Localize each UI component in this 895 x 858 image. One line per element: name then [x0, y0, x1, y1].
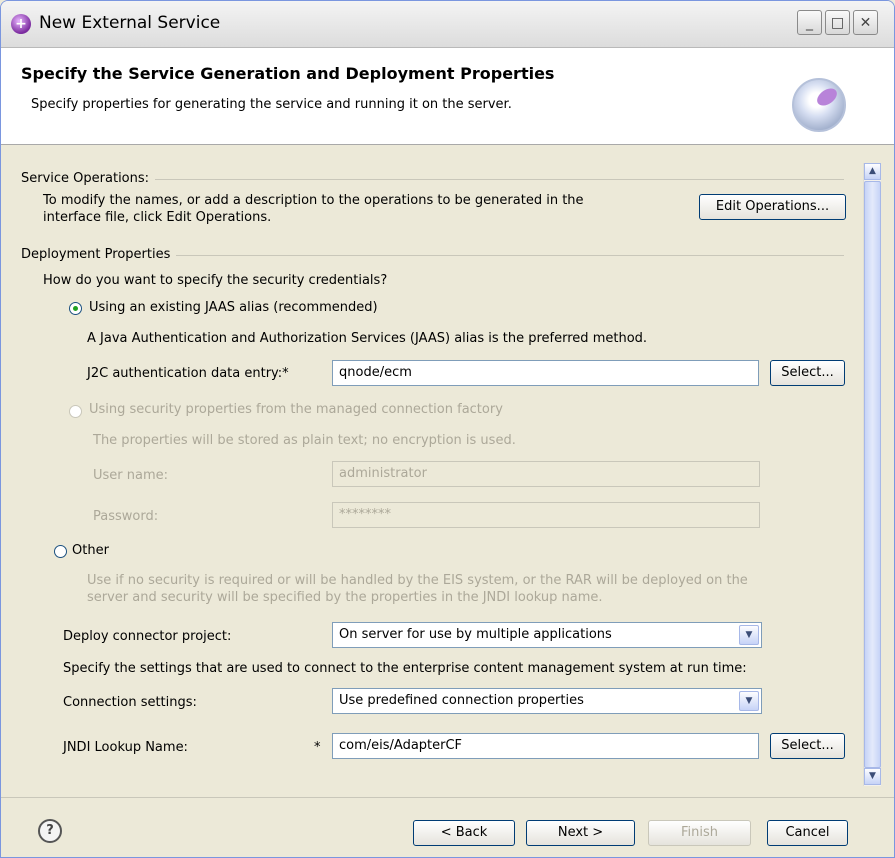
mcf-properties-label[interactable]: Using security properties from the manag…: [89, 402, 503, 417]
jaas-alias-radio[interactable]: [69, 302, 82, 315]
minimize-button[interactable]: _: [797, 10, 822, 35]
j2c-select-button[interactable]: Select...: [770, 360, 845, 386]
chevron-down-icon[interactable]: ▼: [739, 691, 759, 711]
required-marker: *: [314, 740, 321, 755]
settings-instructions: Specify the settings that are used to co…: [63, 661, 747, 676]
window-title: New External Service: [39, 13, 221, 33]
page-description: Specify properties for generating the se…: [31, 97, 512, 112]
wizard-banner-icon: [792, 78, 846, 132]
password-input[interactable]: ********: [332, 502, 760, 528]
close-button[interactable]: ✕: [853, 10, 878, 35]
help-icon[interactable]: ?: [38, 819, 62, 843]
edit-operations-button[interactable]: Edit Operations...: [699, 194, 846, 220]
page-title: Specify the Service Generation and Deplo…: [21, 64, 555, 83]
scroll-up-icon[interactable]: ▲: [864, 163, 881, 180]
j2c-label: J2C authentication data entry:*: [87, 366, 289, 381]
jndi-label: JNDI Lookup Name:: [63, 740, 188, 755]
vertical-scrollbar[interactable]: ▲ ▼: [863, 163, 881, 786]
jndi-lookup-input[interactable]: com/eis/AdapterCF: [332, 733, 759, 759]
other-label[interactable]: Other: [72, 543, 109, 558]
cancel-button[interactable]: Cancel: [767, 820, 848, 846]
service-operations-label: Service Operations:: [21, 171, 156, 186]
other-radio[interactable]: [54, 545, 67, 558]
user-name-label: User name:: [93, 468, 169, 483]
other-description-2: server and security will be specified by…: [87, 590, 603, 605]
wizard-content: Service Operations: To modify the names,…: [21, 161, 846, 789]
service-operations-text-1: To modify the names, or add a descriptio…: [43, 193, 584, 208]
j2c-auth-input[interactable]: qnode/ecm: [332, 360, 759, 386]
scroll-down-icon[interactable]: ▼: [864, 768, 881, 785]
service-operations-section: Service Operations:: [21, 171, 844, 186]
chevron-down-icon[interactable]: ▼: [739, 625, 759, 645]
jaas-description: A Java Authentication and Authorization …: [87, 331, 648, 346]
back-button[interactable]: < Back: [413, 820, 515, 846]
security-question: How do you want to specify the security …: [43, 273, 388, 288]
app-icon: +: [11, 14, 31, 34]
scroll-thumb[interactable]: [864, 181, 881, 768]
deployment-properties-label: Deployment Properties: [21, 247, 177, 262]
connection-settings-label: Connection settings:: [63, 695, 197, 710]
service-operations-text-2: interface file, click Edit Operations.: [43, 210, 272, 225]
deploy-connector-value: On server for use by multiple applicatio…: [339, 627, 612, 642]
mcf-description: The properties will be stored as plain t…: [93, 433, 516, 448]
connection-settings-combo[interactable]: Use predefined connection properties ▼: [332, 688, 762, 714]
new-external-service-window: + New External Service _ □ ✕ Specify the…: [0, 0, 895, 858]
maximize-button[interactable]: □: [825, 10, 850, 35]
next-button[interactable]: Next >: [526, 820, 635, 846]
finish-button[interactable]: Finish: [648, 820, 751, 846]
connection-settings-value: Use predefined connection properties: [339, 693, 584, 708]
jndi-select-button[interactable]: Select...: [770, 733, 845, 759]
wizard-header: Specify the Service Generation and Deplo…: [1, 48, 894, 145]
deploy-connector-combo[interactable]: On server for use by multiple applicatio…: [332, 622, 762, 648]
title-bar: + New External Service _ □ ✕: [1, 1, 894, 48]
other-description-1: Use if no security is required or will b…: [87, 573, 748, 588]
deployment-properties-section: Deployment Properties: [21, 247, 844, 262]
deploy-connector-label: Deploy connector project:: [63, 629, 232, 644]
jaas-alias-label[interactable]: Using an existing JAAS alias (recommende…: [89, 300, 378, 315]
password-label: Password:: [93, 509, 159, 524]
user-name-input[interactable]: administrator: [332, 461, 760, 487]
mcf-properties-radio[interactable]: [69, 405, 82, 418]
